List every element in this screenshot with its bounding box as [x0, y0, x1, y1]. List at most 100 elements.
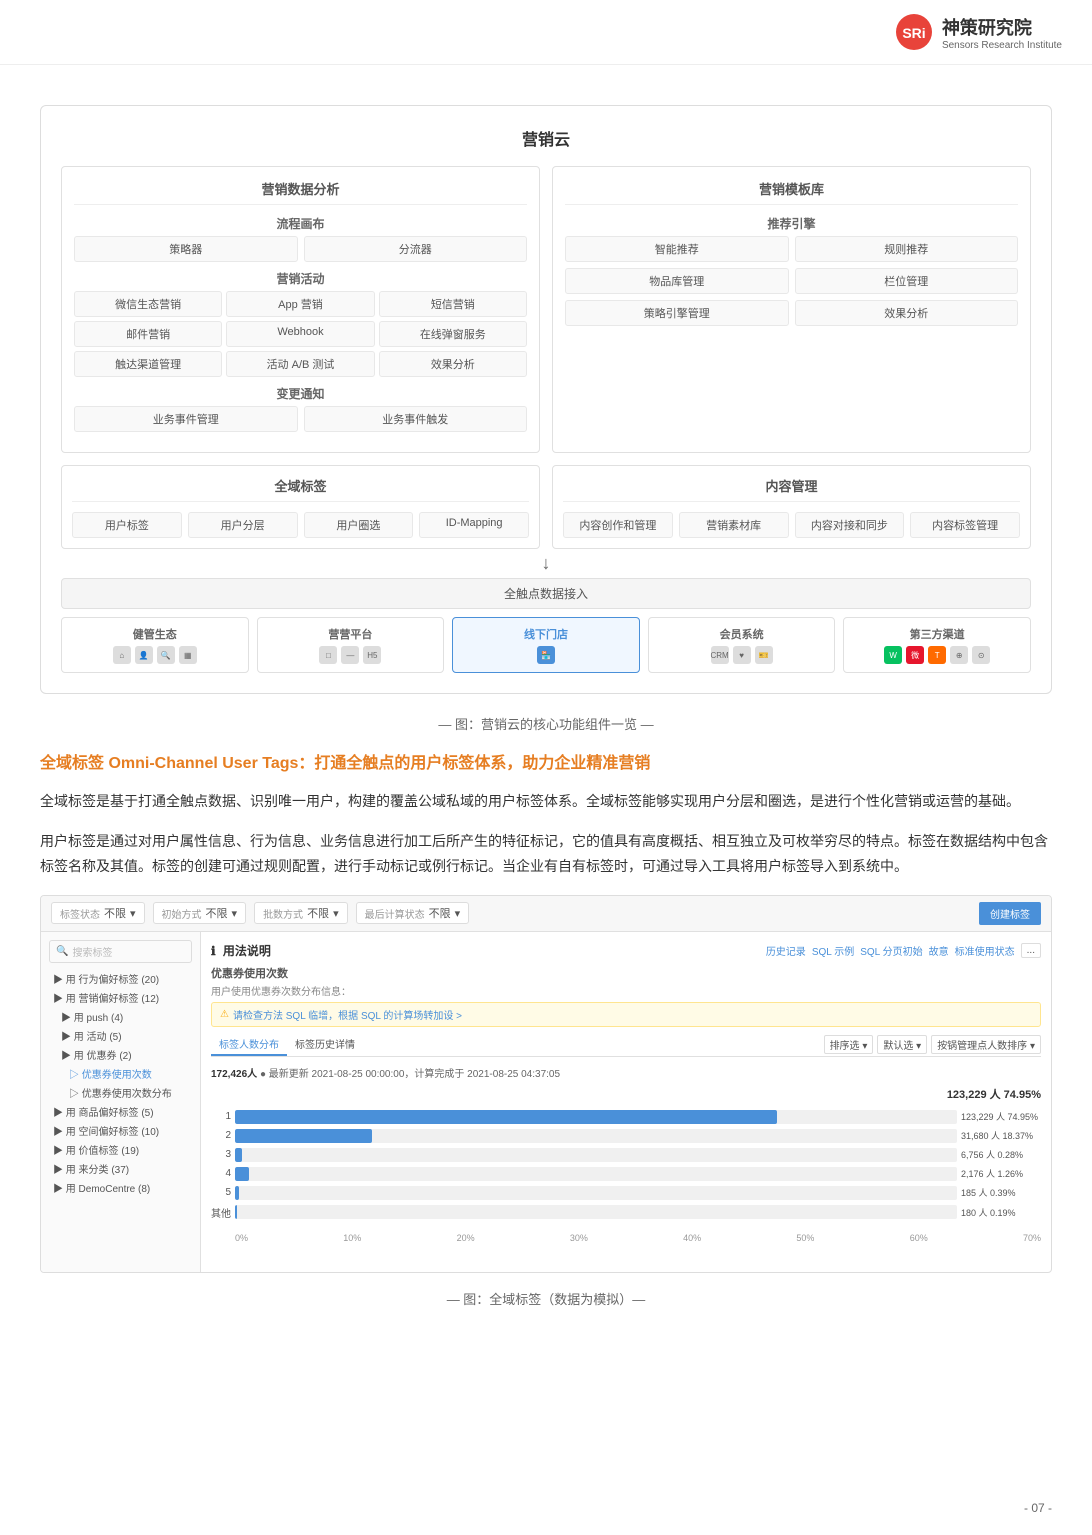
- chevron-down-icon3: ▾: [333, 907, 339, 920]
- rec-item-0: 智能推荐: [565, 236, 789, 262]
- tracking-dropdown[interactable]: 按锅管理点人数排序 ▾: [931, 1035, 1041, 1054]
- gt-item-2: 用户圈选: [304, 512, 414, 538]
- rec-item-5: 效果分析: [795, 300, 1019, 326]
- filter-init-value: 不限: [206, 905, 228, 921]
- op-history[interactable]: 历史记录: [766, 943, 806, 958]
- ma-item-0: 微信生态营销: [74, 291, 222, 317]
- ma-item-1: App 营销: [226, 291, 374, 317]
- icon-grid: ▦: [179, 646, 197, 664]
- sidebar-item-6[interactable]: ▷ 优惠券使用次数分布: [49, 1083, 192, 1102]
- sidebar-item-8[interactable]: ▶ 用 空间偏好标签 (10): [49, 1121, 192, 1140]
- chart-row-2: 36,756 人 0.28%: [211, 1148, 1041, 1162]
- sidebar-item-2[interactable]: ▶ 用 push (4): [49, 1007, 192, 1026]
- chart-label-4: 5: [211, 1187, 231, 1198]
- filter-auto-value: 不限: [429, 905, 451, 921]
- chart-value-3: 2,176 人 1.26%: [961, 1167, 1041, 1180]
- x-axis-label: 60%: [910, 1233, 928, 1243]
- search-box[interactable]: 🔍 搜索标签: [49, 940, 192, 963]
- sys-icons-5: W 微 T ⊕ ⊙: [884, 646, 990, 664]
- sidebar-item-5[interactable]: ▷ 优惠券使用次数: [49, 1064, 192, 1083]
- op-sql-example[interactable]: SQL 示例: [812, 943, 854, 958]
- icon-store: 🏪: [537, 646, 555, 664]
- page-dropdown[interactable]: 默认选 ▾: [877, 1035, 927, 1054]
- sort-dropdown[interactable]: 排序选 ▾: [824, 1035, 874, 1054]
- stats-sep: ●: [260, 1069, 269, 1080]
- main-content: 营销云 营销数据分析 流程画布 策略器 分流器 营销活动 微信生态营销 App …: [0, 65, 1092, 1348]
- chart-value-1: 31,680 人 18.37%: [961, 1129, 1041, 1142]
- sidebar-item-1[interactable]: ▶ 用 营销偏好标签 (12): [49, 988, 192, 1007]
- cm-item-2: 内容对接和同步: [795, 512, 905, 538]
- chart-area: 1123,229 人 74.95%231,680 人 18.37%36,756 …: [211, 1106, 1041, 1229]
- chart-bar-container-2: [235, 1148, 957, 1162]
- section-heading: 全域标签 Omni-Channel User Tags：打通全触点的用户标签体系…: [40, 753, 1052, 775]
- global-tag-section: 全域标签 用户标签 用户分层 用户圈选 ID-Mapping: [61, 465, 540, 549]
- sidebar-item-7[interactable]: ▶ 用 商品偏好标签 (5): [49, 1102, 192, 1121]
- icon-wx: W: [884, 646, 902, 664]
- rec-item-4: 策略引擎管理: [565, 300, 789, 326]
- op-tracking[interactable]: 标准使用状态: [955, 943, 1015, 958]
- create-tag-button[interactable]: 创建标签: [979, 902, 1041, 925]
- system-block-3: 线下门店 🏪: [452, 617, 640, 673]
- op-sql-page[interactable]: SQL 分页初始: [860, 943, 922, 958]
- global-tag-title: 全域标签: [72, 476, 529, 502]
- chevron-down-icon: ▾: [130, 907, 136, 920]
- ma-item-3: 邮件营销: [74, 321, 222, 347]
- sidebar-item-0[interactable]: ▶ 用 行为偏好标签 (20): [49, 969, 192, 988]
- logo-en: Sensors Research Institute: [942, 40, 1062, 51]
- icon-app: □: [319, 646, 337, 664]
- sidebar-item-3[interactable]: ▶ 用 活动 (5): [49, 1026, 192, 1045]
- chart-bar-4: [235, 1186, 239, 1200]
- sys-title-1: 健管生态: [133, 626, 177, 642]
- caption1: — 图：营销云的核心功能组件一览 —: [40, 714, 1052, 733]
- sys-title-3: 线下门店: [524, 626, 568, 642]
- marketing-data-section: 营销数据分析 流程画布 策略器 分流器 营销活动 微信生态营销 App 营销 短…: [61, 166, 540, 453]
- more-ops-button[interactable]: ...: [1021, 943, 1041, 958]
- chart-value-4: 185 人 0.39%: [961, 1186, 1041, 1199]
- x-axis-label: 30%: [570, 1233, 588, 1243]
- chart-value-0: 123,229 人 74.95%: [961, 1110, 1041, 1123]
- tab-history[interactable]: 标签历史详情: [287, 1033, 363, 1056]
- caption2: — 图：全域标签（数据为模拟）—: [40, 1289, 1052, 1308]
- ma-item-2: 短信营销: [379, 291, 527, 317]
- tag-desc-text: 用户使用优惠券次数分布信息：: [211, 987, 351, 998]
- tab-distribution[interactable]: 标签人数分布: [211, 1033, 287, 1056]
- sidebar-item-11[interactable]: ▶ 用 DemoCentre (8): [49, 1178, 192, 1197]
- sidebar-item-9[interactable]: ▶ 用 价值标签 (19): [49, 1140, 192, 1159]
- tag-header-ops: 历史记录 SQL 示例 SQL 分页初始 故意 标准使用状态 ...: [766, 943, 1041, 958]
- system-block-5: 第三方渠道 W 微 T ⊕ ⊙: [843, 617, 1031, 673]
- marketing-cloud-diagram: 营销云 营销数据分析 流程画布 策略器 分流器 营销活动 微信生态营销 App …: [40, 105, 1052, 694]
- rec-item-3: 栏位管理: [795, 268, 1019, 294]
- ma-item-4: Webhook: [226, 321, 374, 347]
- sys-title-2: 营营平台: [328, 626, 372, 642]
- chart-label-3: 4: [211, 1168, 231, 1179]
- filter-auto-calc[interactable]: 最后计算状态 不限 ▾: [356, 902, 470, 924]
- chart-bar-container-1: [235, 1129, 957, 1143]
- chart-row-5: 其他180 人 0.19%: [211, 1205, 1041, 1220]
- filter-init-method[interactable]: 初始方式 不限 ▾: [153, 902, 247, 924]
- cm-item-1: 营销素材库: [679, 512, 789, 538]
- sidebar-item-4[interactable]: ▶ 用 优惠券 (2): [49, 1045, 192, 1064]
- ma-item-5: 在线弹窗服务: [379, 321, 527, 347]
- flow-subtitle: 流程画布: [74, 215, 527, 232]
- notice-text[interactable]: 请检查方法 SQL 临增，根据 SQL 的计算场转加设 >: [233, 1007, 462, 1022]
- top-right-count: 123,229 人 74.95%: [211, 1086, 1041, 1102]
- tag-usage-text: 用法说明: [223, 944, 271, 958]
- sidebar-item-10[interactable]: ▶ 用 来分类 (37): [49, 1159, 192, 1178]
- left-section-title: 营销数据分析: [74, 179, 527, 205]
- marketing-template-section: 营销模板库 推荐引擎 智能推荐 规则推荐 物品库管理 栏位管理 策略引擎管理 效…: [552, 166, 1031, 453]
- marketing-act-subtitle: 营销活动: [74, 270, 527, 287]
- chart-bar-container-4: [235, 1186, 957, 1200]
- content-mgmt-section: 内容管理 内容创作和管理 营销素材库 内容对接和同步 内容标签管理: [552, 465, 1031, 549]
- touchpoint-bar: 全触点数据接入: [61, 578, 1031, 609]
- filter-tag-status[interactable]: 标签状态 不限 ▾: [51, 902, 145, 924]
- chart-row-4: 5 185 人 0.39%: [211, 1186, 1041, 1200]
- icon-user: 👤: [135, 646, 153, 664]
- x-axis-label: 10%: [343, 1233, 361, 1243]
- flow-item-0: 策略器: [74, 236, 298, 262]
- filter-batch-method[interactable]: 批数方式 不限 ▾: [254, 902, 348, 924]
- op-intent[interactable]: 故意: [929, 943, 949, 958]
- sys-icons-2: □ — H5: [319, 646, 381, 664]
- system-block-4: 会员系统 CRM ♥ 🎫: [648, 617, 836, 673]
- cm-item-0: 内容创作和管理: [563, 512, 673, 538]
- cm-item-3: 内容标签管理: [910, 512, 1020, 538]
